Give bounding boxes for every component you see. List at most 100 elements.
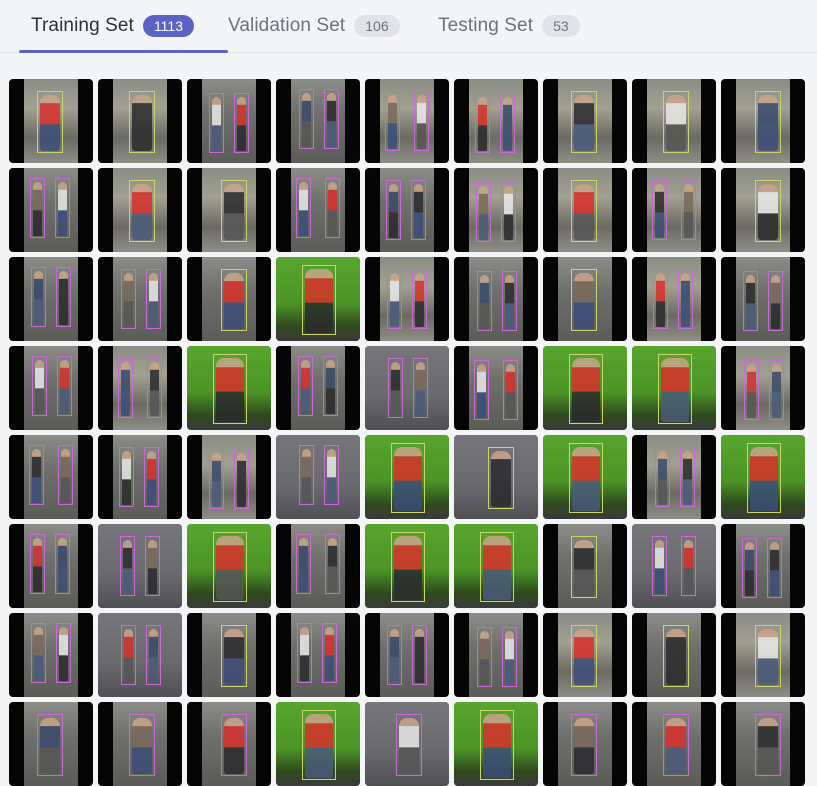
gallery-thumbnail[interactable] [9,257,93,341]
gallery-thumbnail[interactable] [187,79,271,163]
gallery-thumbnail[interactable] [632,524,716,608]
gallery-thumbnail[interactable] [632,613,716,697]
gallery-thumbnail[interactable] [632,79,716,163]
gallery-thumbnail[interactable] [9,613,93,697]
gallery-thumbnail[interactable] [187,168,271,252]
bounding-box [30,178,45,238]
tab-validation-set[interactable]: Validation Set 106 [228,0,418,52]
gallery-thumbnail[interactable] [9,168,93,252]
gallery-thumbnail[interactable] [543,346,627,430]
gallery-thumbnail[interactable] [276,435,360,519]
bounding-box [31,623,46,683]
tab-training-set-label: Training Set [31,15,134,36]
gallery-thumbnail[interactable] [365,702,449,786]
bounding-box [502,271,517,331]
gallery-thumbnail[interactable] [187,524,271,608]
gallery-thumbnail[interactable] [721,702,805,786]
bounding-box [299,89,314,149]
gallery-thumbnail[interactable] [365,79,449,163]
gallery-thumbnail[interactable] [543,435,627,519]
gallery-thumbnail[interactable] [9,435,93,519]
gallery-thumbnail[interactable] [276,79,360,163]
gallery-thumbnail[interactable] [98,168,182,252]
gallery-thumbnail[interactable] [276,524,360,608]
gallery-thumbnail[interactable] [721,257,805,341]
gallery-thumbnail[interactable] [454,346,538,430]
tab-testing-set[interactable]: Testing Set 53 [438,0,598,52]
bounding-box [569,354,603,424]
gallery-thumbnail[interactable] [721,435,805,519]
gallery-thumbnail[interactable] [98,79,182,163]
gallery-thumbnail[interactable] [543,613,627,697]
gallery-thumbnail[interactable] [98,524,182,608]
gallery-thumbnail[interactable] [632,435,716,519]
gallery-thumbnail[interactable] [454,613,538,697]
bounding-box [302,710,336,780]
gallery-thumbnail[interactable] [276,346,360,430]
bounding-box [55,534,70,594]
bounding-box [681,180,696,240]
gallery-thumbnail[interactable] [632,702,716,786]
gallery-thumbnail[interactable] [543,702,627,786]
gallery-thumbnail[interactable] [454,79,538,163]
gallery-thumbnail[interactable] [9,79,93,163]
gallery-thumbnail[interactable] [365,524,449,608]
gallery-thumbnail[interactable] [276,702,360,786]
gallery-thumbnail[interactable] [9,346,93,430]
bounding-box [55,178,70,238]
bounding-box [234,93,249,153]
gallery-thumbnail[interactable] [365,168,449,252]
thumbnail-image [276,435,360,519]
gallery-thumbnail[interactable] [276,257,360,341]
gallery-thumbnail[interactable] [98,702,182,786]
tab-training-set[interactable]: Training Set 1113 [19,0,228,53]
bounding-box [767,538,782,598]
bounding-box [324,445,339,505]
gallery-thumbnail[interactable] [9,524,93,608]
gallery-thumbnail[interactable] [454,257,538,341]
gallery-thumbnail[interactable] [632,346,716,430]
gallery-thumbnail[interactable] [543,257,627,341]
gallery-thumbnail[interactable] [187,435,271,519]
gallery-thumbnail[interactable] [454,702,538,786]
gallery-thumbnail[interactable] [276,613,360,697]
gallery-thumbnail[interactable] [543,524,627,608]
gallery-thumbnail[interactable] [365,435,449,519]
gallery-thumbnail[interactable] [721,168,805,252]
gallery-thumbnail[interactable] [187,257,271,341]
gallery-thumbnail[interactable] [98,613,182,697]
gallery-thumbnail[interactable] [9,702,93,786]
gallery-thumbnail[interactable] [98,435,182,519]
gallery-thumbnail[interactable] [98,257,182,341]
gallery-thumbnail[interactable] [365,613,449,697]
gallery-thumbnail[interactable] [187,346,271,430]
bounding-box [502,627,517,687]
gallery-thumbnail[interactable] [632,168,716,252]
bounding-box [387,625,402,685]
bounding-box [681,536,696,596]
bounding-box [663,91,689,153]
gallery-thumbnail[interactable] [187,702,271,786]
bounding-box [571,625,597,687]
gallery-thumbnail[interactable] [721,346,805,430]
bounding-box [213,532,247,602]
gallery-thumbnail[interactable] [454,435,538,519]
bounding-box [297,623,312,683]
gallery-thumbnail[interactable] [721,524,805,608]
gallery-thumbnail[interactable] [632,257,716,341]
bounding-box [480,710,514,780]
gallery-thumbnail[interactable] [543,168,627,252]
gallery-thumbnail[interactable] [454,524,538,608]
gallery-thumbnail[interactable] [365,257,449,341]
bounding-box [744,360,759,420]
bounding-box [146,625,161,685]
gallery-thumbnail[interactable] [543,79,627,163]
gallery-thumbnail[interactable] [721,79,805,163]
gallery-thumbnail[interactable] [365,346,449,430]
gallery-thumbnail[interactable] [276,168,360,252]
gallery-thumbnail[interactable] [454,168,538,252]
bounding-box [56,267,71,327]
gallery-thumbnail[interactable] [721,613,805,697]
gallery-thumbnail[interactable] [187,613,271,697]
gallery-thumbnail[interactable] [98,346,182,430]
